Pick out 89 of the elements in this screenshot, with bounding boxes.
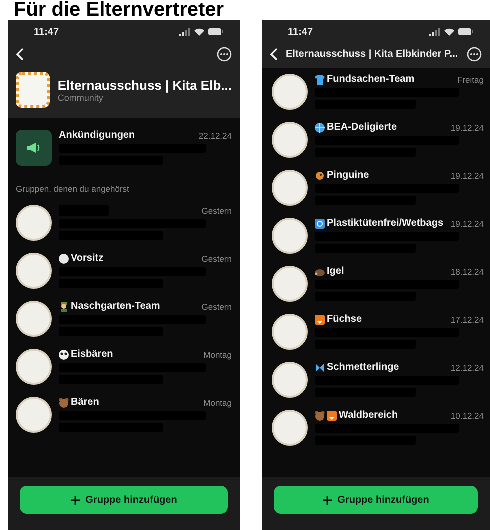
- group-name: Füchse: [327, 314, 362, 325]
- group-date: 19.12.24: [450, 122, 484, 132]
- group-name: Fundsachen-Team: [327, 74, 415, 85]
- group-list-item[interactable]: Naschgarten-Team Gestern: [8, 294, 240, 342]
- announcement-date: 22.12.24: [198, 130, 232, 140]
- group-list-item[interactable]: Eisbären Montag: [8, 342, 240, 390]
- group-date: Gestern: [202, 206, 232, 216]
- group-date: 19.12.24: [450, 170, 484, 180]
- group-avatar: [272, 170, 308, 206]
- group-list-item[interactable]: Igel 18.12.24: [262, 260, 490, 308]
- plus-icon: [322, 496, 332, 504]
- more-icon: [217, 46, 232, 62]
- group-avatar: [272, 218, 308, 254]
- signal-icon: [429, 28, 441, 36]
- group-avatar: [272, 410, 308, 446]
- group-list-item[interactable]: Waldbereich 10.12.24: [262, 404, 490, 452]
- battery-icon: [458, 28, 474, 36]
- group-name: Vorsitz: [71, 253, 104, 264]
- group-list-item[interactable]: Plastiktütenfrei/Wetbags 19.12.24: [262, 212, 490, 260]
- group-name: BEA-Deligierte: [327, 122, 398, 133]
- signal-icon: [179, 28, 191, 36]
- shirt-icon: [315, 74, 325, 84]
- group-avatar: [272, 74, 308, 110]
- add-group-button[interactable]: Gruppe hinzufügen: [20, 486, 228, 514]
- nav-title: Elternausschuss | Kita Elbkinder P...: [286, 48, 459, 60]
- group-list-item[interactable]: Füchse 17.12.24: [262, 308, 490, 356]
- page-heading: Für die Elternvertreter: [13, 0, 226, 20]
- group-name: Pinguine: [327, 170, 370, 181]
- group-avatar: [272, 314, 308, 350]
- group-date: 12.12.24: [450, 362, 484, 372]
- group-date: Freitag: [458, 74, 484, 84]
- group-avatar: [272, 266, 308, 302]
- group-avatar: [272, 362, 308, 398]
- group-name: Schmetterlinge: [327, 362, 400, 373]
- more-button[interactable]: [465, 44, 484, 64]
- group-name: Bären: [71, 397, 100, 408]
- group-name: Naschgarten-Team: [71, 301, 160, 312]
- group-date: 19.12.24: [450, 218, 484, 228]
- back-button[interactable]: [268, 46, 280, 62]
- group-date: Montag: [204, 398, 232, 408]
- status-time: 11:47: [34, 26, 60, 38]
- plus-icon: [70, 496, 80, 504]
- group-date: 10.12.24: [450, 410, 484, 420]
- battery-icon: [208, 28, 224, 36]
- back-icon: [16, 48, 24, 60]
- group-avatar: [16, 253, 52, 289]
- person-icon: [59, 302, 69, 312]
- wifi-icon: [444, 28, 455, 36]
- butterfly-icon: [315, 362, 325, 372]
- community-avatar: [16, 72, 50, 108]
- group-list-item[interactable]: Vorsitz Gestern: [8, 246, 240, 294]
- more-button[interactable]: [215, 44, 234, 64]
- group-date: Gestern: [202, 254, 232, 264]
- status-time: 11:47: [288, 26, 314, 38]
- group-avatar: [272, 122, 308, 158]
- group-list-item[interactable]: Schmetterlinge 12.12.24: [262, 356, 490, 404]
- group-date: Gestern: [202, 302, 232, 312]
- group-date: Montag: [204, 350, 232, 360]
- group-list-item[interactable]: Fundsachen-Team Freitag: [262, 68, 490, 116]
- megaphone-icon: [26, 142, 42, 154]
- group-name: Plastiktütenfrei/Wetbags: [327, 218, 444, 229]
- group-avatar: [16, 397, 52, 433]
- group-avatar: [16, 205, 52, 241]
- group-name: Eisbären: [71, 349, 114, 360]
- group-avatar: [16, 349, 52, 385]
- group-list-item[interactable]: BEA-Deligierte 19.12.24: [262, 116, 490, 164]
- more-icon: [467, 46, 482, 62]
- group-name: Waldbereich: [339, 410, 398, 421]
- group-avatar: [16, 301, 52, 337]
- panda-icon: [59, 350, 69, 360]
- section-label: Gruppen, denen du angehörst: [15, 183, 130, 196]
- community-subtitle: Community: [58, 92, 104, 102]
- globe-icon: [315, 122, 325, 132]
- community-name: Elternausschuss | Kita Elb...: [58, 78, 232, 92]
- group-list-item[interactable]: Pinguine 19.12.24: [262, 164, 490, 212]
- group-date: 18.12.24: [450, 266, 484, 276]
- wifi-icon: [194, 28, 205, 36]
- back-icon: [270, 48, 278, 60]
- circle-icon: [59, 254, 69, 264]
- group-list-item[interactable]: Bären Montag: [8, 390, 240, 438]
- announcement-item[interactable]: Ankündigungen 22.12.24: [8, 118, 240, 174]
- group-date: 17.12.24: [450, 314, 484, 324]
- group-list-item[interactable]: Gestern: [8, 198, 240, 246]
- add-group-button[interactable]: Gruppe hinzufügen: [274, 486, 478, 514]
- bear-icon: [315, 410, 325, 420]
- group-name: Igel: [327, 266, 344, 277]
- bear-icon: [59, 398, 69, 408]
- back-button[interactable]: [14, 46, 26, 62]
- announcement-title: Ankündigungen: [59, 130, 136, 141]
